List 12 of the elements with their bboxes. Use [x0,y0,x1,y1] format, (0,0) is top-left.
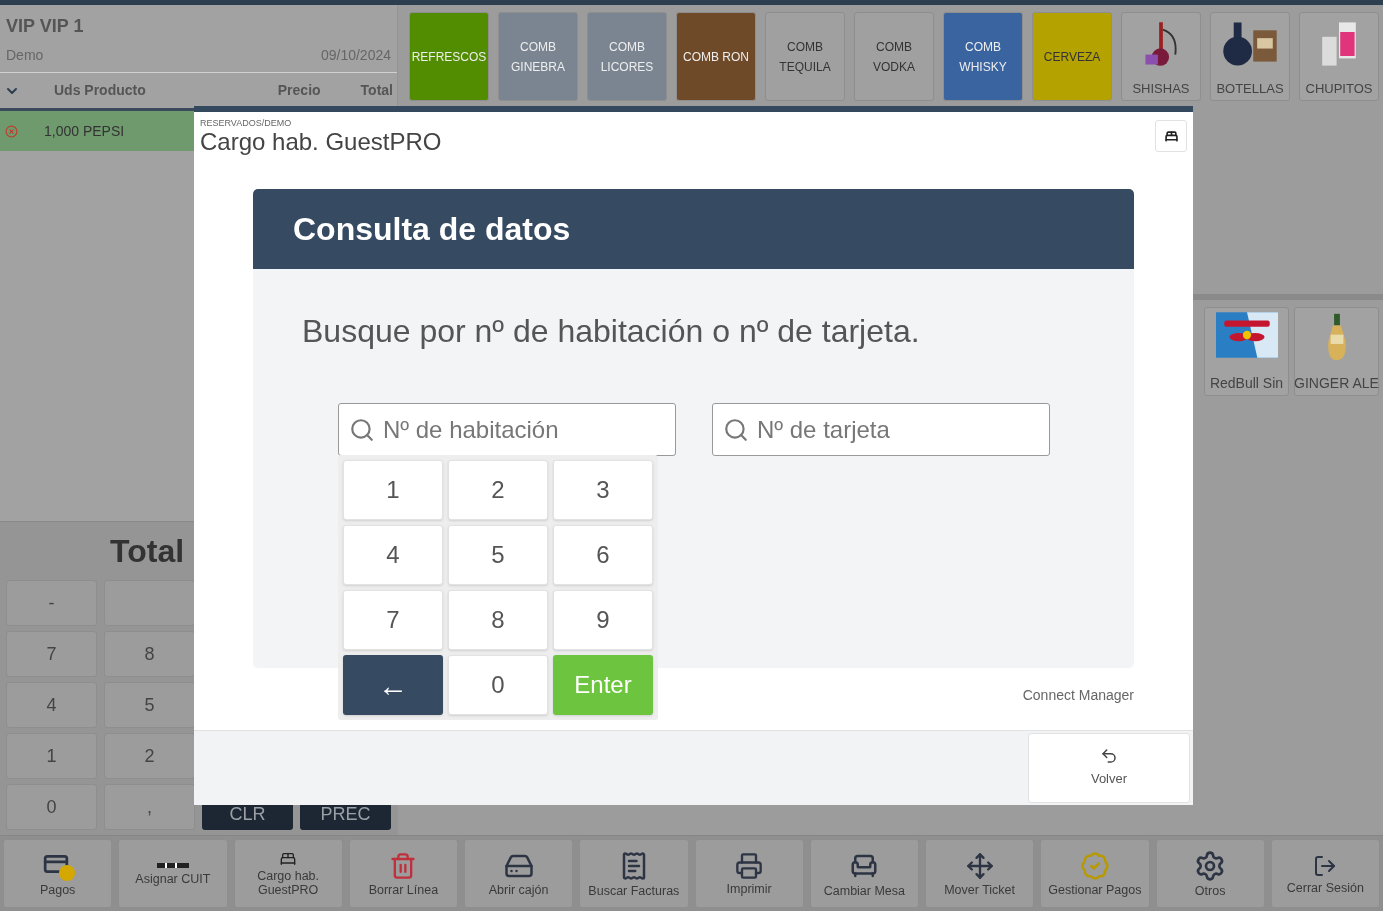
instruction-text: Busque por nº de habitación o nº de tarjeta. [302,312,920,351]
line-product: 1,000 PEPSI [44,121,125,141]
dialog-title: Cargo hab. GuestPRO [200,128,442,156]
user-name: Demo [6,46,44,65]
column-header: Precio [277,81,321,100]
order-title: VIP VIP 1 [5,15,85,37]
order-date: 09/10/2024 [320,46,391,65]
total-label: Total [110,532,185,571]
panel-title: Consulta de datos [293,210,571,249]
column-header: Uds Producto [54,81,146,100]
breadcrumb: RESERVADOS/DEMO [200,118,292,128]
column-header: Total [360,81,393,100]
